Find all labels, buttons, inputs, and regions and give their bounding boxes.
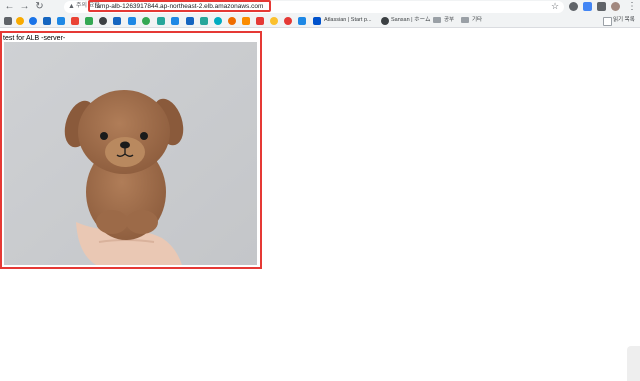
- bookmark-icon[interactable]: [171, 17, 179, 25]
- bookmark-icon[interactable]: [157, 17, 165, 25]
- bookmark-icon[interactable]: [228, 17, 236, 25]
- reading-list-icon[interactable]: [603, 17, 612, 26]
- sansan-icon[interactable]: [381, 17, 389, 25]
- extension-icon[interactable]: [569, 2, 578, 11]
- reading-list-label[interactable]: 읽기 목록: [613, 16, 635, 25]
- menu-icon[interactable]: ⋮: [627, 0, 637, 13]
- bookmark-icon[interactable]: [214, 17, 222, 25]
- folder-icon[interactable]: [433, 17, 441, 23]
- bookmark-icon[interactable]: [256, 17, 264, 25]
- bookmark-icon[interactable]: [186, 17, 194, 25]
- bookmark-icon[interactable]: [270, 17, 278, 25]
- bookmark-sansan[interactable]: Sansan | ホーム: [391, 16, 430, 25]
- url-text[interactable]: lamp-alb-1263917844.ap-northeast-2.elb.a…: [95, 1, 263, 12]
- plush-dog-photo: [4, 42, 257, 265]
- avatar[interactable]: [611, 2, 620, 11]
- bookmark-icon[interactable]: [43, 17, 51, 25]
- browser-toolbar: ← → ↻ ▲ 주의 요함 lamp-alb-1263917844.ap-nor…: [0, 0, 640, 14]
- bookmark-icon[interactable]: [142, 17, 150, 25]
- bookmark-star-icon[interactable]: ☆: [551, 1, 559, 12]
- bookmark-icon[interactable]: [113, 17, 121, 25]
- bookmark-icon[interactable]: [99, 17, 107, 25]
- bookmarks-bar: Atlassian | Start p... Sansan | ホーム 공부 기…: [0, 14, 640, 28]
- reload-icon[interactable]: ↻: [34, 1, 45, 12]
- apps-icon[interactable]: [4, 17, 12, 25]
- atlassian-icon[interactable]: [313, 17, 321, 25]
- bookmark-icon[interactable]: [29, 17, 37, 25]
- bookmark-icon[interactable]: [128, 17, 136, 25]
- bookmark-icon[interactable]: [200, 17, 208, 25]
- bookmark-icon[interactable]: [284, 17, 292, 25]
- bookmark-atlassian[interactable]: Atlassian | Start p...: [324, 16, 372, 25]
- warning-icon[interactable]: ▲: [68, 1, 75, 12]
- forward-arrow-icon[interactable]: →: [19, 1, 30, 12]
- drive-icon[interactable]: [85, 17, 93, 25]
- extension-icon[interactable]: [583, 2, 592, 11]
- bookmark-icon[interactable]: [242, 17, 250, 25]
- bookmark-folder-study[interactable]: 공부: [444, 16, 454, 25]
- side-panel-tab[interactable]: [627, 346, 640, 381]
- bookmark-folder-other[interactable]: 기타: [472, 16, 482, 25]
- back-arrow-icon[interactable]: ←: [4, 1, 15, 12]
- bookmark-icon[interactable]: [298, 17, 306, 25]
- gmail-icon[interactable]: [71, 17, 79, 25]
- bookmark-icon[interactable]: [16, 17, 24, 25]
- bookmark-icon[interactable]: [57, 17, 65, 25]
- puzzle-icon[interactable]: [597, 2, 606, 11]
- folder-icon[interactable]: [461, 17, 469, 23]
